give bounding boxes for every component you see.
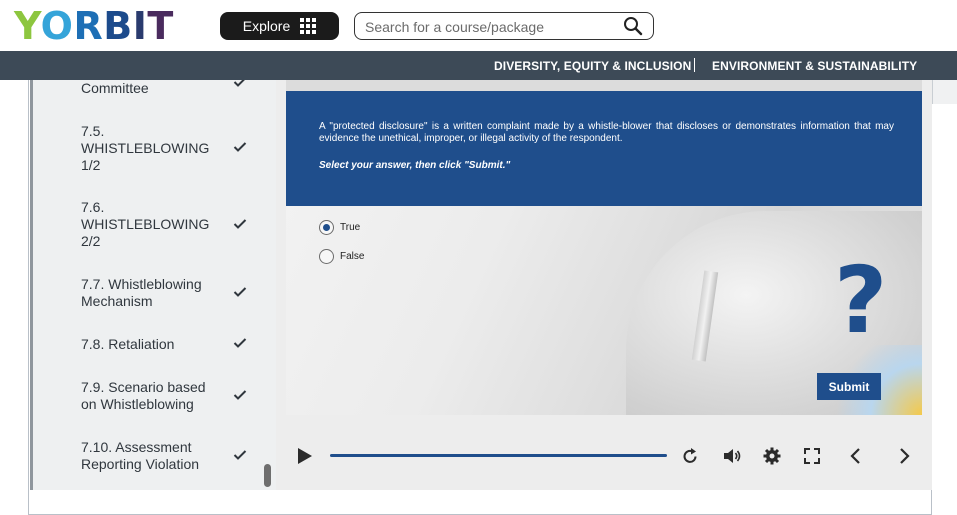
lesson-label: 7.7. Whistleblowing Mechanism: [81, 276, 202, 309]
check-icon: [233, 390, 247, 400]
lesson-item[interactable]: 7.7. Whistleblowing Mechanism: [81, 276, 221, 310]
search-input[interactable]: [365, 17, 615, 37]
logo-letter: Y: [14, 4, 41, 48]
radio-icon[interactable]: [319, 249, 334, 264]
lesson-sidebar: Committee 7.5. WHISTLEBLOWING 1/2 7.6. W…: [30, 80, 276, 490]
play-icon[interactable]: [294, 446, 314, 466]
question-instruction: Select your answer, then click "Submit.": [319, 160, 511, 171]
logo-letter: R: [73, 4, 104, 48]
check-icon: [233, 287, 247, 297]
question-text: A "protected disclosure" is a written co…: [319, 121, 894, 144]
nav-link-environment[interactable]: ENVIRONMENT & SUSTAINABILITY: [712, 59, 917, 73]
lesson-label: 7.8. Retaliation: [81, 336, 175, 352]
next-icon[interactable]: [894, 446, 914, 466]
question-panel: A "protected disclosure" is a written co…: [286, 91, 922, 206]
logo-letter: B: [103, 4, 133, 48]
quiz-slide: A "protected disclosure" is a written co…: [286, 91, 922, 415]
progress-bar[interactable]: [330, 454, 667, 457]
check-icon: [233, 338, 247, 348]
right-panel-edge: [932, 80, 957, 104]
logo-letter: T: [147, 4, 174, 48]
explore-label: Explore: [242, 18, 291, 34]
lesson-label: 7.5. WHISTLEBLOWING 1/2: [81, 123, 210, 173]
replay-icon[interactable]: [680, 446, 700, 466]
yorbit-logo[interactable]: YORBIT: [14, 4, 174, 48]
logo-letter: I: [132, 4, 148, 48]
logo-letter: O: [40, 4, 74, 48]
site-header: YORBIT Explore: [0, 0, 957, 51]
question-mark-graphic: ?: [834, 247, 888, 354]
previous-icon[interactable]: [846, 446, 866, 466]
lesson-item[interactable]: 7.9. Scenario based on Whistleblowing: [81, 379, 221, 413]
search-box: [354, 12, 654, 40]
lesson-item[interactable]: Committee: [81, 80, 221, 97]
nav-link-diversity[interactable]: DIVERSITY, EQUITY & INCLUSION: [494, 59, 691, 73]
lesson-item[interactable]: 7.10. Assessment Reporting Violation: [81, 439, 221, 473]
check-icon: [233, 219, 247, 229]
lesson-item[interactable]: 7.6. WHISTLEBLOWING 2/2: [81, 199, 221, 250]
volume-icon[interactable]: [722, 446, 742, 466]
sidebar-scrollbar[interactable]: [264, 464, 271, 487]
check-icon: [233, 80, 245, 87]
submit-button[interactable]: Submit: [817, 373, 881, 400]
radio-selected-icon[interactable]: [319, 220, 334, 235]
sidebar-scrollbar-track: [262, 80, 276, 490]
player-controls: [276, 436, 932, 476]
search-icon[interactable]: [623, 16, 643, 36]
explore-button[interactable]: Explore: [220, 12, 339, 40]
lesson-label: 7.9. Scenario based on Whistleblowing: [81, 379, 206, 412]
nav-divider: [694, 58, 695, 72]
answer-option-true[interactable]: True: [319, 220, 360, 235]
lesson-label: 7.10. Assessment Reporting Violation: [81, 439, 200, 472]
category-navbar: DIVERSITY, EQUITY & INCLUSION ENVIRONMEN…: [0, 51, 957, 80]
lesson-item[interactable]: 7.5. WHISTLEBLOWING 1/2: [81, 123, 221, 174]
settings-icon[interactable]: [762, 446, 782, 466]
answer-option-false[interactable]: False: [319, 249, 364, 264]
grid-icon: [300, 18, 317, 34]
lesson-label: Committee: [81, 80, 149, 96]
fullscreen-icon[interactable]: [802, 446, 822, 466]
check-icon: [233, 142, 247, 152]
check-icon: [233, 450, 247, 460]
answer-label: True: [340, 222, 361, 233]
answer-label: False: [340, 251, 365, 262]
lesson-label: 7.6. WHISTLEBLOWING 2/2: [81, 199, 210, 249]
slide-header-strip: [286, 80, 922, 91]
lesson-item[interactable]: 7.8. Retaliation: [81, 336, 221, 353]
